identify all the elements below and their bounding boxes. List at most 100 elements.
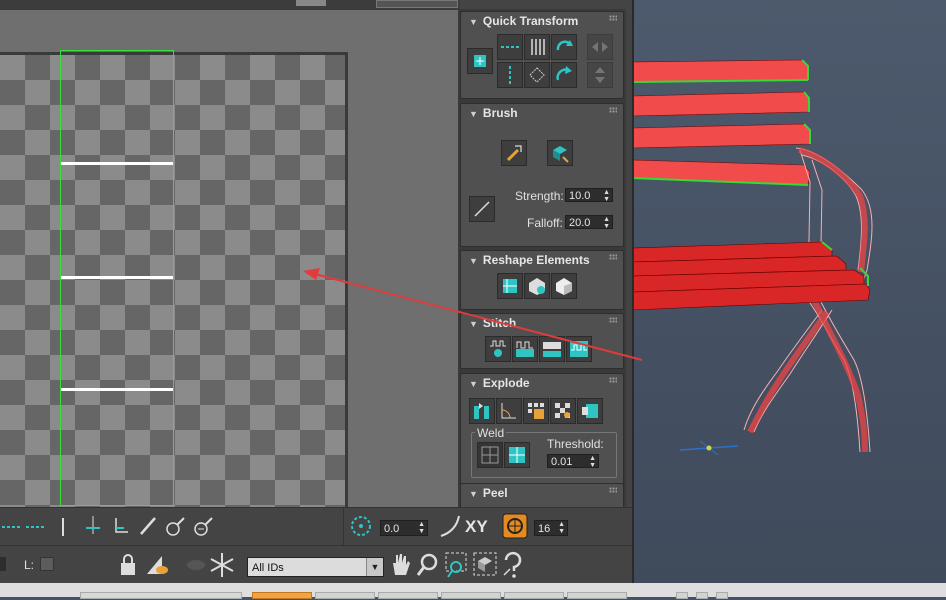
spinner-arrows-icon[interactable]: ▲ ▼ bbox=[603, 216, 610, 230]
uv-edge[interactable] bbox=[61, 162, 173, 165]
zoom-icon[interactable] bbox=[416, 551, 440, 579]
material-id-value[interactable]: All IDs bbox=[252, 562, 284, 574]
rollout-header-brush[interactable]: ▼ Brush bbox=[461, 104, 623, 122]
weld-selected-button[interactable] bbox=[477, 442, 503, 468]
rotate-angle-spinner[interactable]: 0.0 ▲ ▼ bbox=[380, 520, 428, 536]
hide-icon[interactable] bbox=[184, 552, 208, 578]
lock-icon[interactable] bbox=[118, 552, 138, 578]
rollout-header-reshape[interactable]: ▼ Reshape Elements bbox=[461, 251, 623, 269]
align-vertical-button[interactable] bbox=[497, 62, 523, 88]
uv-edge[interactable] bbox=[61, 276, 173, 279]
status-field-stub[interactable] bbox=[0, 557, 6, 571]
grip-icon[interactable] bbox=[609, 107, 617, 113]
stitch-custom-button[interactable] bbox=[485, 336, 511, 362]
brush-unpin-icon[interactable] bbox=[192, 514, 214, 538]
space-horizontal-button[interactable] bbox=[524, 62, 550, 88]
vertical-bar-icon[interactable] bbox=[56, 516, 70, 538]
space-vertical-button[interactable] bbox=[524, 34, 550, 60]
strength-value[interactable]: 10.0 bbox=[569, 190, 590, 202]
material-id-dropdown[interactable]: All IDs ▼ bbox=[247, 557, 384, 577]
threshold-value[interactable]: 0.01 bbox=[551, 456, 572, 468]
align-center-button[interactable] bbox=[467, 48, 493, 74]
uv-edge[interactable] bbox=[61, 388, 173, 391]
rotation-snap-icon[interactable] bbox=[349, 514, 373, 538]
rollout-header-quick-transform[interactable]: ▼ Quick Transform bbox=[461, 12, 623, 30]
taskbar-item-active[interactable] bbox=[252, 592, 312, 599]
grip-icon[interactable] bbox=[609, 487, 617, 493]
maximize-button[interactable] bbox=[696, 592, 708, 599]
stitch-to-source-button[interactable] bbox=[566, 336, 592, 362]
rollout-header-peel[interactable]: ▼ Peel bbox=[461, 484, 623, 502]
taskbar-item[interactable] bbox=[378, 592, 438, 599]
uv-canvas[interactable] bbox=[0, 10, 458, 517]
pivot-up-icon[interactable] bbox=[82, 514, 104, 538]
relax-button[interactable] bbox=[524, 273, 550, 299]
pan-hand-icon[interactable] bbox=[388, 551, 412, 579]
align-horizontal-icon bbox=[501, 46, 519, 48]
falloff-value[interactable]: 20.0 bbox=[569, 217, 590, 229]
brush-curve-button[interactable] bbox=[469, 196, 495, 222]
help-icon[interactable] bbox=[500, 551, 526, 579]
align-horizontal-button[interactable] bbox=[497, 34, 523, 60]
weld-selected-icon bbox=[481, 446, 499, 464]
pivot-down-icon[interactable] bbox=[110, 514, 132, 538]
flatten-by-material-button[interactable] bbox=[550, 398, 576, 424]
tools-rollout-panel[interactable]: ▼ Quick Transform ▼ Brush Strength: 10.0… bbox=[458, 9, 626, 507]
3d-viewport[interactable] bbox=[631, 0, 946, 597]
curve-icon[interactable] bbox=[438, 513, 462, 539]
eye-icon[interactable] bbox=[144, 552, 170, 578]
grip-icon[interactable] bbox=[609, 15, 617, 21]
falloff-spinner[interactable]: 20.0 ▲ ▼ bbox=[565, 215, 613, 230]
xy-axis-label[interactable]: XY bbox=[465, 517, 488, 537]
taskbar-item[interactable] bbox=[567, 592, 627, 599]
rotate-cw-button[interactable] bbox=[551, 62, 577, 88]
snap-value-spinner[interactable]: 16 ▲ ▼ bbox=[534, 520, 568, 536]
pinch-brush-button[interactable] bbox=[547, 140, 573, 166]
flatten-by-smoothing-button[interactable] bbox=[577, 398, 603, 424]
snap-value[interactable]: 16 bbox=[538, 523, 550, 535]
rotate-angle-value[interactable]: 0.0 bbox=[384, 523, 399, 535]
rotate-ccw-button[interactable] bbox=[551, 34, 577, 60]
relax-brush-button[interactable] bbox=[501, 140, 527, 166]
minimize-button[interactable] bbox=[676, 592, 688, 599]
rollout-header-stitch[interactable]: ▼ Stitch bbox=[461, 314, 623, 332]
rollout-header-explode[interactable]: ▼ Explode bbox=[461, 374, 623, 392]
brush-pin-icon[interactable] bbox=[164, 514, 186, 538]
top-toolbar-icon[interactable] bbox=[296, 0, 326, 6]
taskbar-item[interactable] bbox=[315, 592, 375, 599]
grip-icon[interactable] bbox=[609, 254, 617, 260]
paint-brush-icon[interactable] bbox=[137, 514, 159, 538]
flip-horizontal-button[interactable] bbox=[587, 34, 613, 60]
stitch-average-button[interactable] bbox=[539, 336, 565, 362]
straighten-selection-button[interactable] bbox=[497, 273, 523, 299]
relax-settings-button[interactable] bbox=[551, 273, 577, 299]
chevron-down-icon[interactable]: ▼ bbox=[366, 558, 383, 576]
grid-snap-icon[interactable] bbox=[502, 513, 528, 539]
stitch-to-target-button[interactable] bbox=[512, 336, 538, 362]
freeze-icon[interactable] bbox=[208, 551, 236, 579]
uv-shell-selection[interactable] bbox=[60, 50, 174, 506]
close-button[interactable] bbox=[716, 592, 728, 599]
strength-spinner[interactable]: 10.0 ▲ ▼ bbox=[565, 188, 613, 203]
taskbar-item[interactable] bbox=[441, 592, 501, 599]
spinner-arrows-icon[interactable]: ▲ ▼ bbox=[589, 455, 596, 469]
frame-selected-icon[interactable] bbox=[472, 551, 498, 579]
threshold-spinner[interactable]: 0.01 ▲ ▼ bbox=[547, 454, 599, 469]
weld-all-button[interactable] bbox=[504, 442, 530, 468]
l-checkbox[interactable] bbox=[40, 557, 54, 571]
taskbar-item[interactable] bbox=[80, 592, 242, 599]
grip-icon[interactable] bbox=[609, 377, 617, 383]
spinner-arrows-icon[interactable]: ▲ ▼ bbox=[558, 521, 565, 535]
spinner-arrows-icon[interactable]: ▲ ▼ bbox=[418, 521, 425, 535]
flatten-by-polygon-button[interactable] bbox=[523, 398, 549, 424]
taskbar-item[interactable] bbox=[504, 592, 564, 599]
grip-icon[interactable] bbox=[609, 317, 617, 323]
spinner-arrows-icon[interactable]: ▲ ▼ bbox=[603, 189, 610, 203]
break-button[interactable] bbox=[469, 398, 495, 424]
align-edges-icon[interactable] bbox=[0, 516, 48, 538]
relax-cube-icon bbox=[556, 278, 572, 295]
flip-vertical-button[interactable] bbox=[587, 62, 613, 88]
zoom-region-icon[interactable] bbox=[444, 551, 470, 579]
flatten-by-angle-button[interactable] bbox=[496, 398, 522, 424]
top-toolbar-field[interactable] bbox=[376, 0, 458, 8]
